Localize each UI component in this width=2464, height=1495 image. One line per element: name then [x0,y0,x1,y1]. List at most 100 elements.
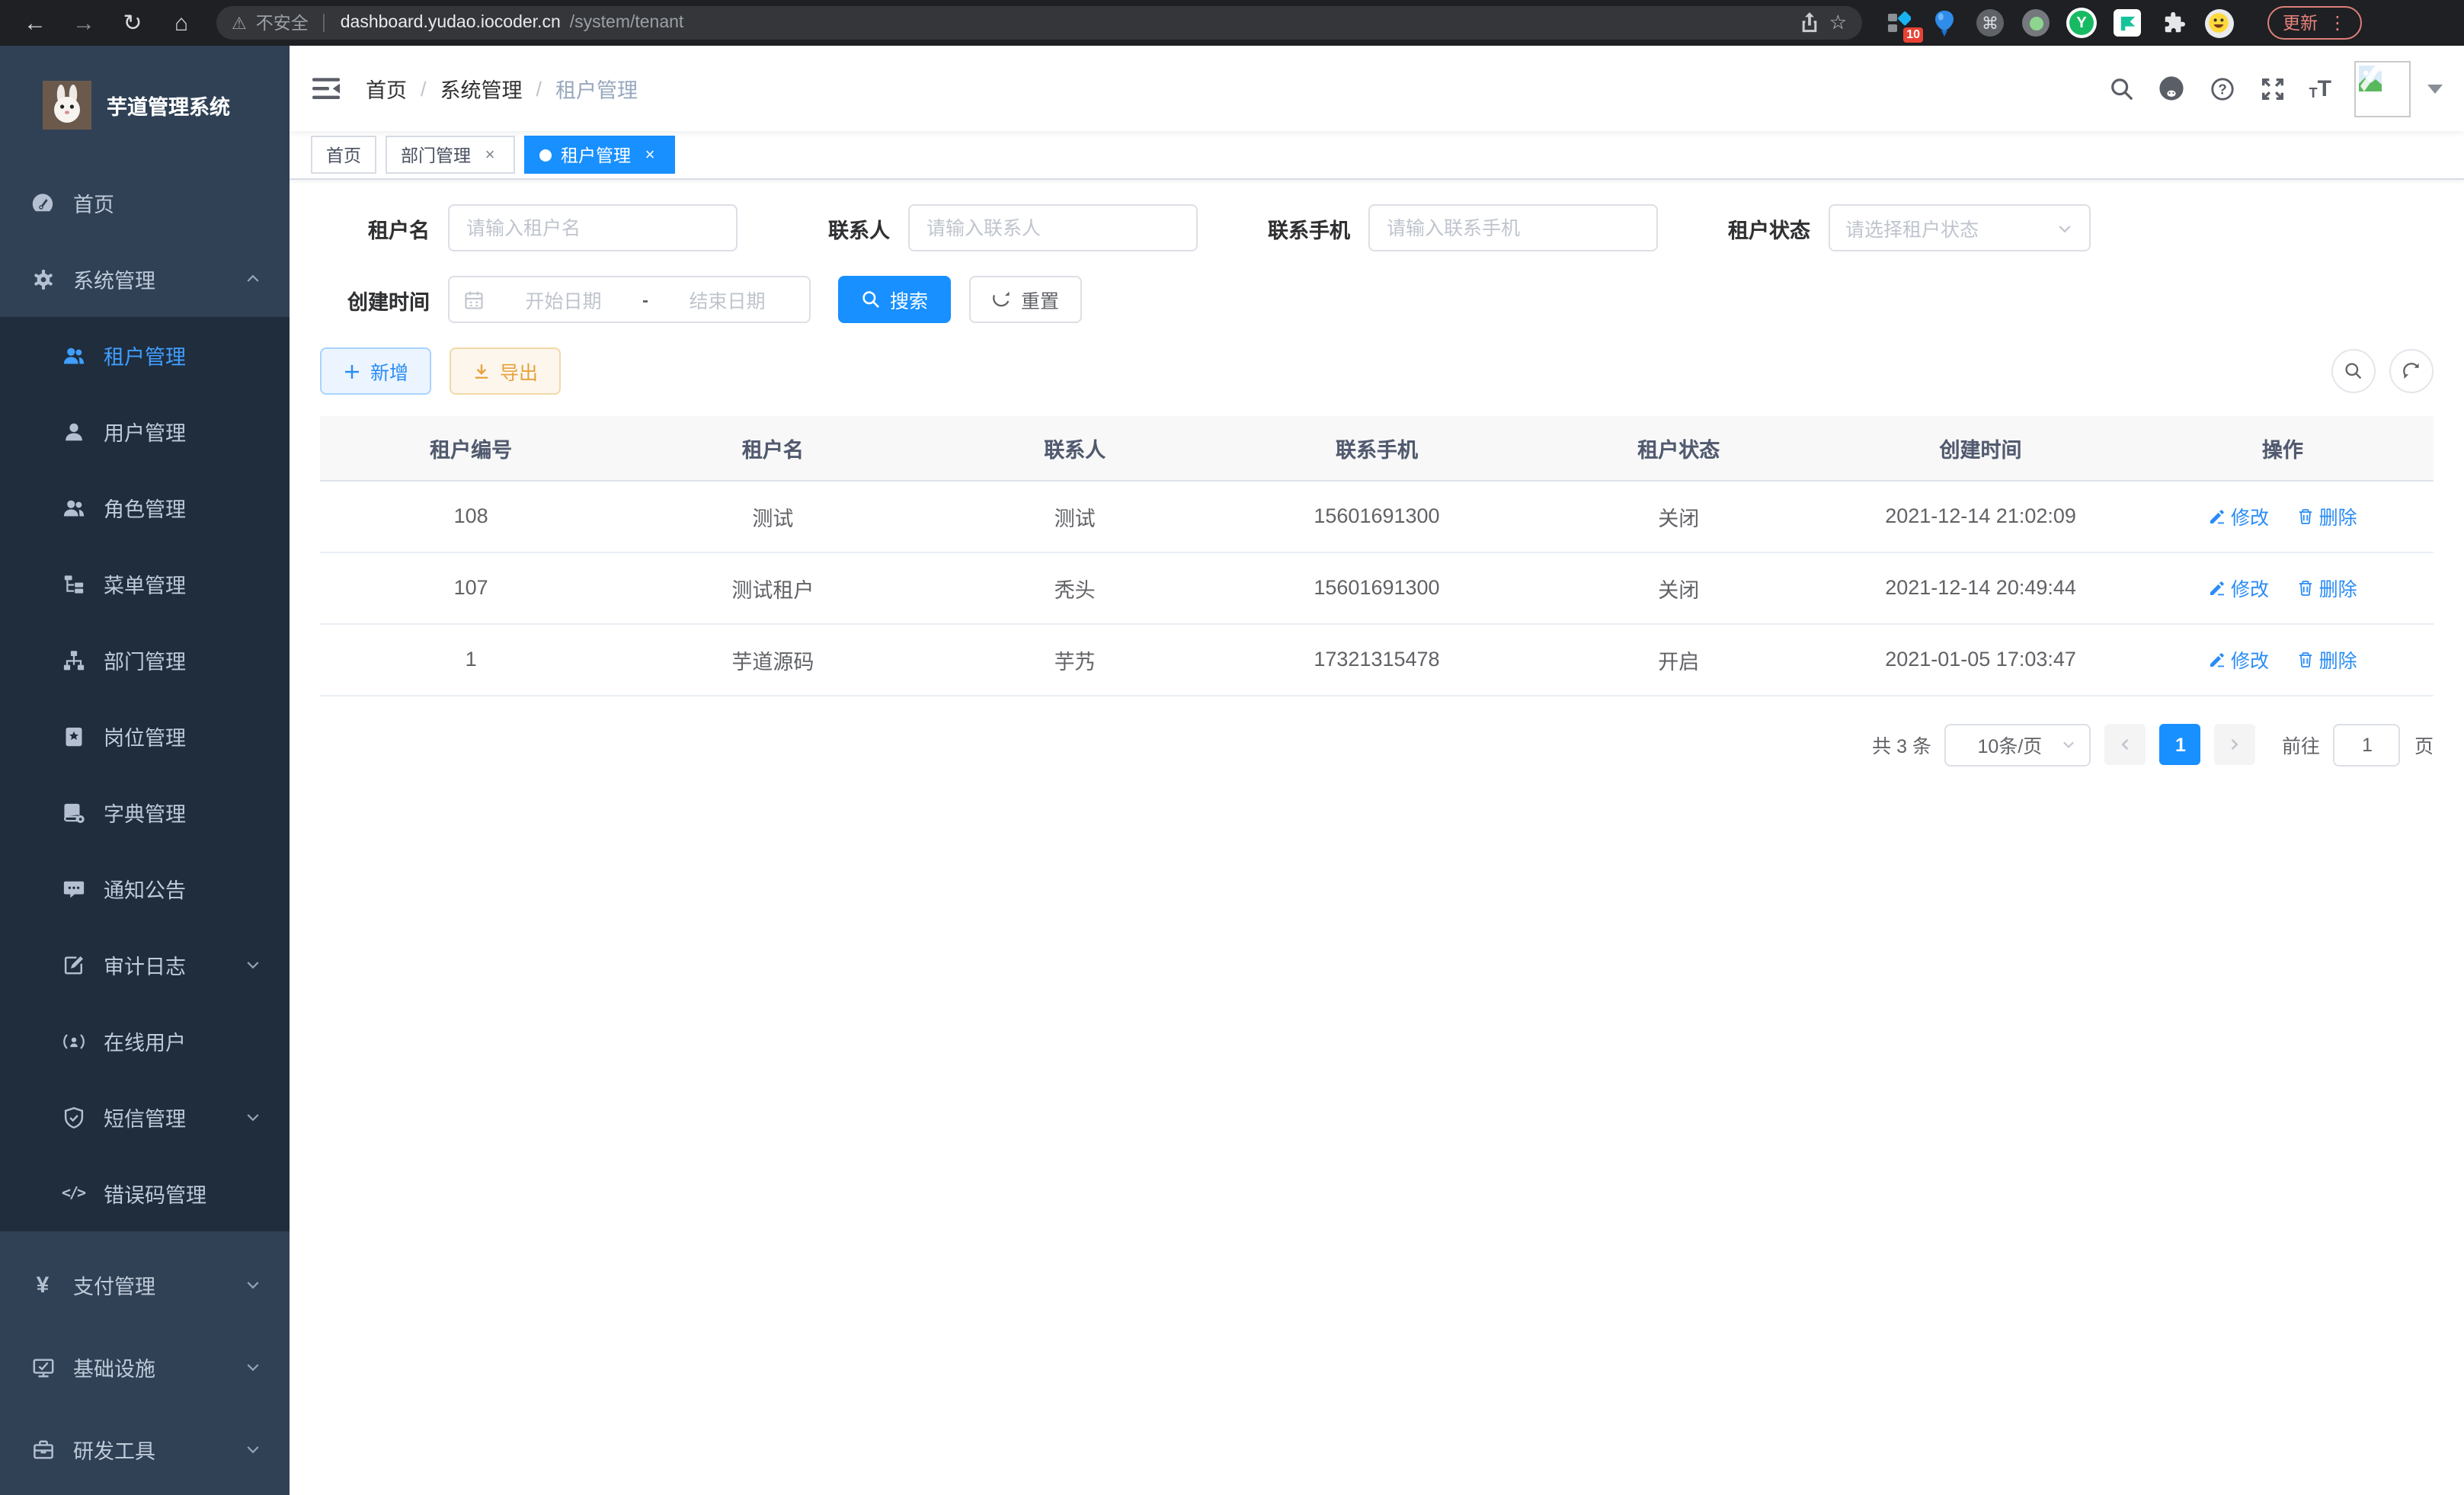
sidebar-item-system[interactable]: 系统管理 [0,241,290,317]
date-range-picker[interactable]: 开始日期 - 结束日期 [448,276,811,323]
tenant-name-input[interactable] [448,204,738,251]
gear-icon [30,267,55,291]
browser-menu-icon[interactable]: ⋮ [2328,12,2347,34]
sidebar-item-label: 部门管理 [104,645,290,675]
sidebar-item-label: 通知公告 [104,873,290,904]
share-icon[interactable] [1800,12,1820,34]
status-label: 租户状态 [1701,213,1810,243]
browser-reload-icon[interactable]: ↻ [116,6,149,40]
sidebar-item-dept[interactable]: 部门管理 [0,622,290,698]
sidebar-item-role[interactable]: 角色管理 [0,469,290,546]
search-icon[interactable] [2108,75,2136,102]
cell-status: 开启 [1528,623,1829,695]
table-header-row: 租户编号 租户名 联系人 联系手机 租户状态 创建时间 操作 [320,416,2434,480]
status-select[interactable]: 请选择租户状态 [1829,204,2091,251]
chevron-down-icon [244,1358,262,1376]
page-number-1[interactable]: 1 [2160,724,2201,765]
fullscreen-icon[interactable] [2259,75,2286,102]
font-size-icon[interactable]: TT [2309,77,2331,100]
close-icon[interactable]: × [640,145,660,165]
monitor-icon [30,1355,55,1379]
cell-mobile: 15601691300 [1226,552,1528,623]
address-bar[interactable]: ⚠ 不安全 dashboard.yudao.iocoder.cn/system/… [216,6,1862,40]
url-divider [324,14,325,32]
caret-down-icon[interactable] [2427,83,2443,94]
sidebar-item-infra[interactable]: 基础设施 [0,1326,290,1408]
delete-link[interactable]: 删除 [2296,501,2357,530]
breadcrumb-home[interactable]: 首页 [366,73,407,104]
sidebar-item-audit-log[interactable]: 审计日志 [0,927,290,1003]
extension-flag-icon[interactable] [2112,8,2142,38]
bookmark-star-icon[interactable]: ☆ [1829,11,1847,35]
cell-status: 关闭 [1528,480,1829,552]
sidebar-item-sms[interactable]: 短信管理 [0,1079,290,1155]
extension-command-icon[interactable]: ⌘ [1975,8,2005,38]
edit-link[interactable]: 修改 [2208,501,2269,530]
download-icon [472,362,491,380]
browser-update-button[interactable]: 更新 ⋮ [2267,6,2362,40]
yen-icon: ¥ [30,1273,55,1297]
add-button[interactable]: 新增 [320,347,431,395]
close-icon[interactable]: × [480,145,500,165]
mobile-input[interactable] [1368,204,1658,251]
tab-home[interactable]: 首页 [311,136,376,174]
col-contact: 联系人 [924,416,1226,480]
browser-home-icon[interactable]: ⌂ [165,6,198,40]
search-icon [2344,361,2363,381]
next-page-button[interactable] [2215,724,2256,765]
page-content: 租户名 联系人 联系手机 租户状态 请选择租户状态 [290,180,2464,1495]
extension-balloon-icon[interactable] [1929,8,1960,38]
refresh-table-button[interactable] [2389,349,2434,393]
delete-link[interactable]: 删除 [2296,573,2357,602]
cell-tenant-name: 芋道源码 [622,623,923,695]
browser-forward-icon[interactable]: → [67,6,101,40]
prev-page-button[interactable] [2105,724,2146,765]
tab-dept[interactable]: 部门管理 × [386,136,515,174]
cell-tenant-id: 1 [320,623,622,695]
sidebar-toggle-icon[interactable] [311,73,341,104]
security-label: 不安全 [256,11,309,35]
page-size-select[interactable]: 10条/页 [1945,723,2091,766]
sidebar-item-error-code[interactable]: </> 错误码管理 [0,1155,290,1231]
extension-greendot-icon[interactable] [2021,8,2051,38]
help-icon[interactable]: ? [2209,75,2236,102]
github-icon[interactable] [2158,75,2186,102]
sidebar-item-menu[interactable]: 菜单管理 [0,546,290,622]
extensions-puzzle-icon[interactable] [2158,8,2188,38]
extension-workspace-icon[interactable]: 10 [1883,8,1914,38]
screen: ← → ↻ ⌂ ⚠ 不安全 dashboard.yudao.iocoder.cn… [0,0,2464,1495]
table-row: 107 测试租户 秃头 15601691300 关闭 2021-12-14 20… [320,552,2434,623]
tab-label: 首页 [326,142,361,167]
browser-back-icon[interactable]: ← [18,6,52,40]
search-button[interactable]: 搜索 [838,276,951,323]
briefcase-icon [30,1437,55,1461]
reset-button[interactable]: 重置 [969,276,1082,323]
sidebar-item-online-user[interactable]: 在线用户 [0,1003,290,1079]
extension-emoji-icon[interactable] [2203,8,2234,38]
col-tenant-name: 租户名 [622,416,923,480]
sidebar-item-notice[interactable]: 通知公告 [0,850,290,927]
sidebar-item-post[interactable]: 岗位管理 [0,698,290,774]
contact-input[interactable] [908,204,1198,251]
delete-link[interactable]: 删除 [2296,645,2357,674]
sidebar-item-dev-tools[interactable]: 研发工具 [0,1408,290,1490]
sidebar-item-user[interactable]: 用户管理 [0,393,290,469]
cell-mobile: 17321315478 [1226,623,1528,695]
sidebar-item-tenant[interactable]: 租户管理 [0,317,290,393]
toggle-search-button[interactable] [2331,349,2376,393]
cell-tenant-name: 测试租户 [622,552,923,623]
tab-tenant[interactable]: 租户管理 × [524,136,675,174]
sidebar-item-payment[interactable]: ¥ 支付管理 [0,1244,290,1326]
sidebar-item-home[interactable]: 首页 [0,165,290,241]
export-button[interactable]: 导出 [450,347,561,395]
cell-contact: 测试 [924,480,1226,552]
mobile-label: 联系手机 [1240,213,1350,243]
tenant-name-label: 租户名 [320,213,430,243]
sidebar-item-dict[interactable]: 字典管理 [0,774,290,850]
breadcrumb-system[interactable]: 系统管理 [440,73,523,104]
extension-y-icon[interactable]: Y [2066,8,2097,38]
goto-page-input[interactable] [2334,723,2401,766]
edit-link[interactable]: 修改 [2208,645,2269,674]
avatar[interactable] [2354,60,2411,117]
edit-link[interactable]: 修改 [2208,573,2269,602]
